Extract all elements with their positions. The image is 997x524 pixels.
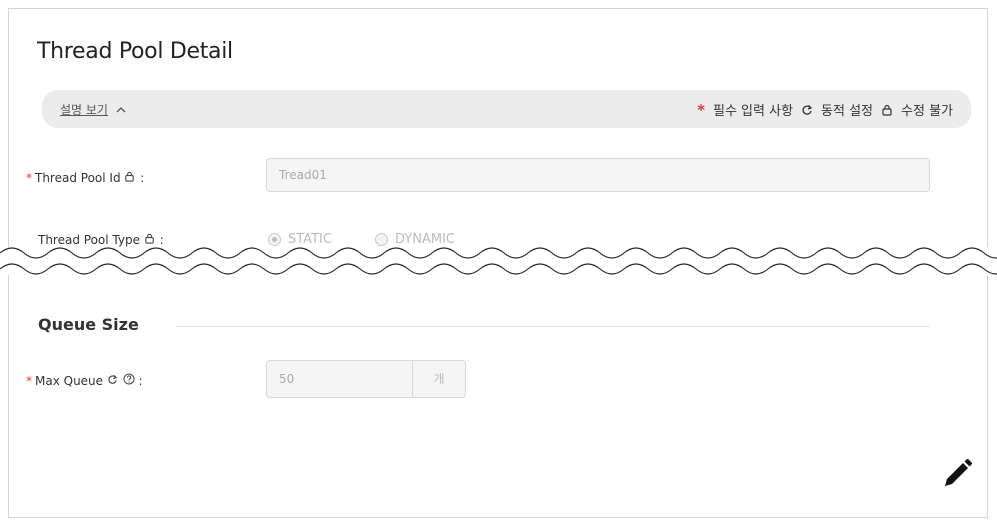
help-icon[interactable]	[123, 373, 135, 385]
info-bar: 설명 보기 * 필수 입력 사항 동적 설정 수정 불가	[42, 90, 971, 128]
edit-icon	[945, 459, 972, 486]
thread-pool-id-label: * Thread Pool Id :	[26, 171, 144, 185]
legend: * 필수 입력 사항 동적 설정 수정 불가	[697, 100, 953, 120]
legend-required-label: 필수 입력 사항	[713, 104, 794, 119]
refresh-icon	[107, 374, 119, 386]
refresh-icon	[801, 104, 813, 116]
thread-pool-id-input[interactable]	[266, 158, 930, 192]
lock-icon	[881, 104, 893, 116]
label-colon: :	[140, 171, 145, 185]
edit-button[interactable]	[937, 454, 977, 494]
max-queue-label: * Max Queue :	[26, 373, 143, 388]
section-divider	[175, 326, 930, 327]
description-toggle-label: 설명 보기	[60, 103, 108, 117]
page-title: Thread Pool Detail	[37, 39, 233, 64]
required-star-icon: *	[26, 171, 32, 185]
chevron-up-icon	[116, 103, 126, 117]
max-queue-unit: 개	[412, 360, 466, 398]
thread-pool-id-label-text: Thread Pool Id	[35, 171, 121, 185]
section-title-queue-size: Queue Size	[38, 315, 139, 334]
label-colon: :	[138, 374, 143, 388]
legend-readonly-label: 수정 불가	[901, 104, 953, 119]
description-toggle[interactable]: 설명 보기	[60, 101, 126, 118]
legend-dynamic-label: 동적 설정	[821, 104, 874, 119]
lock-icon	[124, 171, 136, 183]
max-queue-input[interactable]	[266, 360, 413, 398]
required-star-icon: *	[26, 374, 32, 388]
max-queue-label-text: Max Queue	[35, 374, 104, 388]
torn-edge-separator	[0, 247, 997, 275]
required-star-icon: *	[697, 100, 705, 119]
